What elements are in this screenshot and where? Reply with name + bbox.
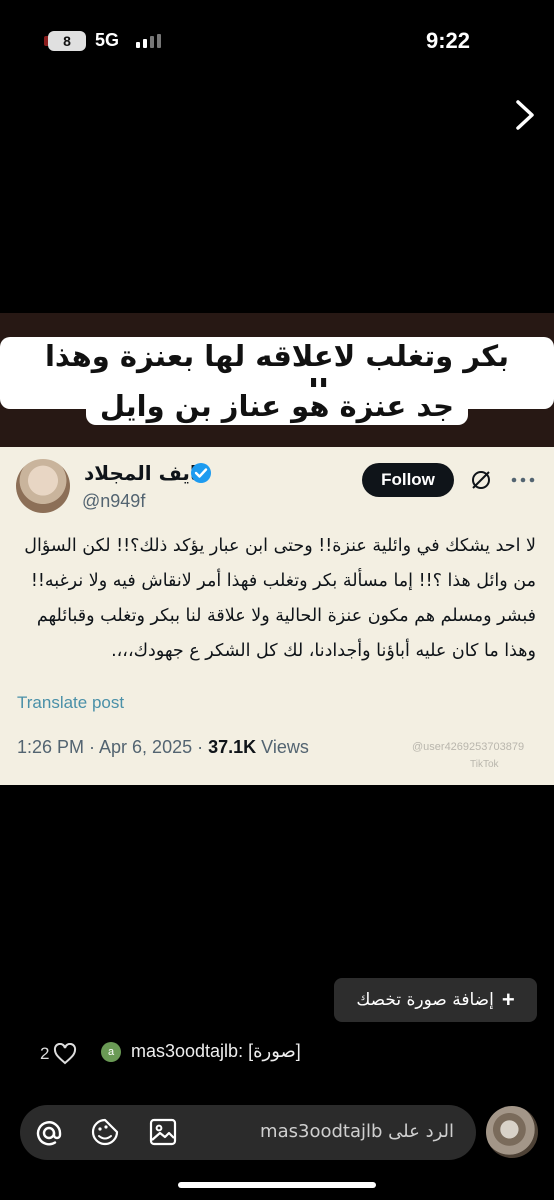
add-photo-label: إضافة صورة تخصك — [356, 990, 494, 1010]
tweet-views-label: Views — [256, 737, 309, 757]
reply-preview[interactable]: mas3oodtajlb: [صورة] — [131, 1041, 301, 1062]
grok-icon — [472, 471, 490, 489]
tweet-screenshot: نايف المجلاد @n949f Follow لا احد يشكك ف… — [0, 447, 554, 785]
tweet-time: 1:26 PM · Apr 6, 2025 · — [17, 737, 209, 757]
add-your-photo-button[interactable]: + إضافة صورة تخصك — [334, 978, 537, 1022]
more-icon — [511, 477, 535, 483]
profile-avatar[interactable] — [486, 1106, 538, 1158]
tweet-author-avatar — [16, 459, 70, 513]
follow-button: Follow — [362, 463, 454, 497]
battery-indicator: 8 — [44, 31, 86, 51]
tweet-author-name: نايف المجلاد — [84, 461, 205, 485]
heart-icon[interactable] — [53, 1043, 77, 1065]
tweet-views-count: 37.1K — [208, 737, 257, 757]
chevron-right-icon[interactable] — [510, 98, 540, 132]
watermark-user: @user4269253703879 — [412, 741, 525, 753]
reply-placeholder: الرد على mas3oodtajlb — [260, 1121, 454, 1142]
image-icon[interactable] — [148, 1117, 178, 1147]
watermark-brand: TikTok — [470, 759, 499, 770]
plus-icon: + — [501, 987, 515, 1012]
verified-badge-icon — [191, 463, 211, 483]
story-banner: بكر وتغلب لاعلاقه لها بعنزة وهذا الصحيح … — [0, 313, 554, 447]
tweet-author-handle: @n949f — [82, 491, 146, 511]
banner-caption-line-2: جد عنزة هو عناز بن وايل — [0, 387, 554, 425]
signal-icon — [136, 34, 161, 48]
clock: 9:22 — [426, 28, 471, 53]
at-icon[interactable] — [34, 1118, 64, 1148]
like-count: 2 — [40, 1044, 50, 1063]
network-type: 5G — [95, 30, 120, 50]
reply-input[interactable]: الرد على mas3oodtajlb — [20, 1105, 476, 1160]
tweet-body: لا احد يشكك في وائلية عنزة!! وحتى ابن عب… — [24, 536, 536, 661]
status-bar: 8 5G 9:22 — [0, 0, 554, 80]
tweet-meta: 1:26 PM · Apr 6, 2025 · 37.1K Views — [17, 737, 309, 758]
sticker-icon[interactable] — [90, 1117, 120, 1147]
reply-author-avatar[interactable]: a — [101, 1042, 121, 1062]
home-indicator — [178, 1182, 376, 1188]
translate-post-link: Translate post — [17, 693, 125, 712]
story-image: بكر وتغلب لاعلاقه لها بعنزة وهذا الصحيح … — [0, 313, 554, 785]
